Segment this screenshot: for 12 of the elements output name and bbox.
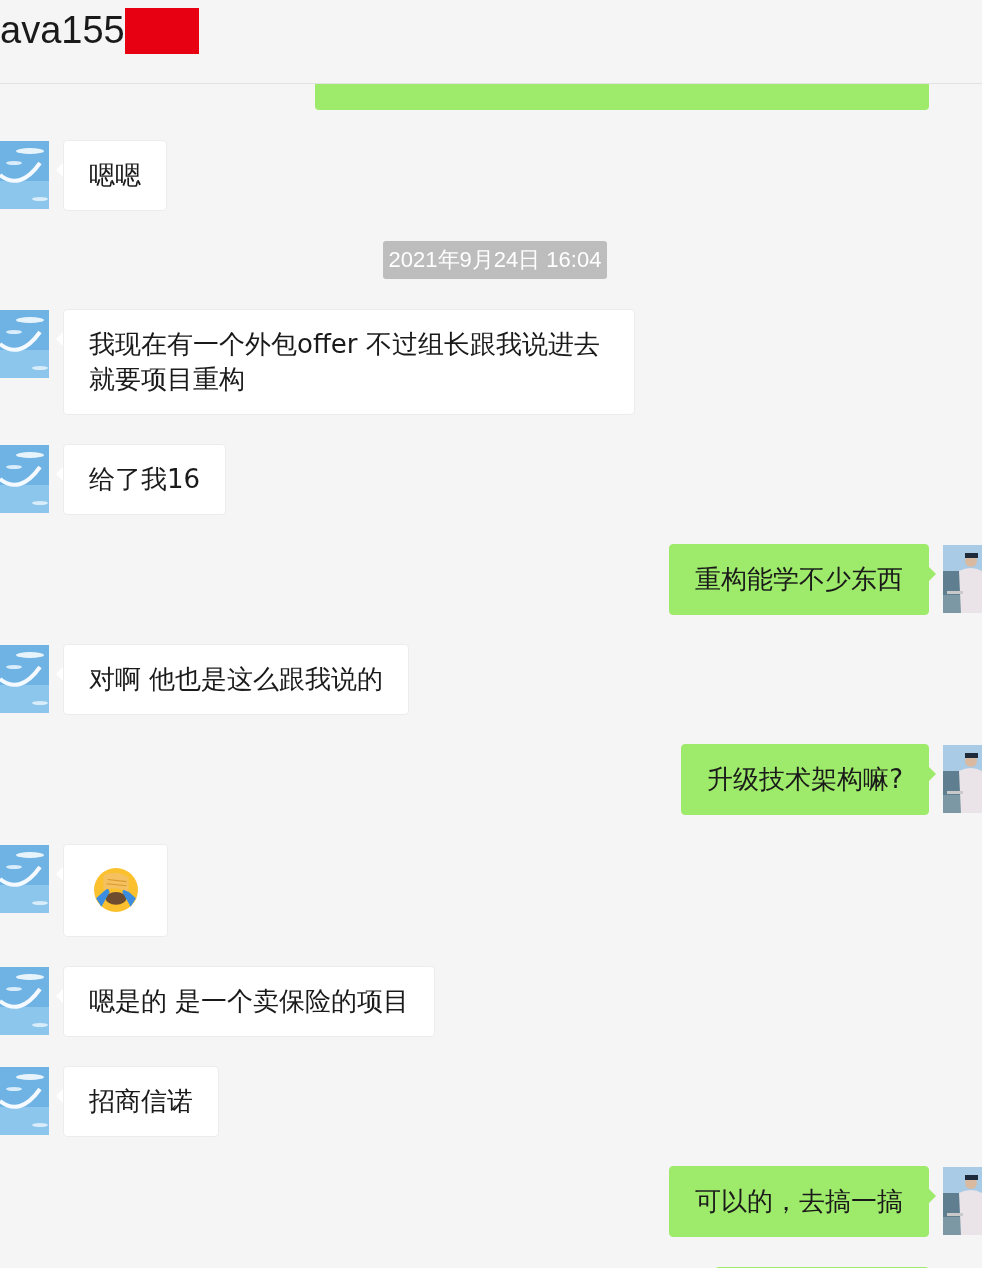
message-text: 升级技术架构嘛?	[681, 744, 929, 815]
message-text: 重构能学不少东西	[669, 544, 929, 615]
message-text: 我现在有一个外包offer 不过组长跟我说进去就要项目重构	[63, 309, 635, 415]
message-text: 嗯嗯	[63, 140, 167, 211]
chat-title: ava155	[0, 8, 125, 53]
message-text: 给了我16	[63, 444, 227, 515]
message-text: 对啊 他也是这么跟我说的	[63, 644, 410, 715]
emoji-icon	[93, 867, 139, 913]
message-text: 嗯是的 是一个卖保险的项目	[63, 966, 436, 1037]
timestamp: 2021年9月24日 16:04	[382, 241, 608, 279]
message-text: 可以的，去搞一搞	[669, 1166, 929, 1237]
message-text: 招商信诺	[63, 1066, 219, 1137]
